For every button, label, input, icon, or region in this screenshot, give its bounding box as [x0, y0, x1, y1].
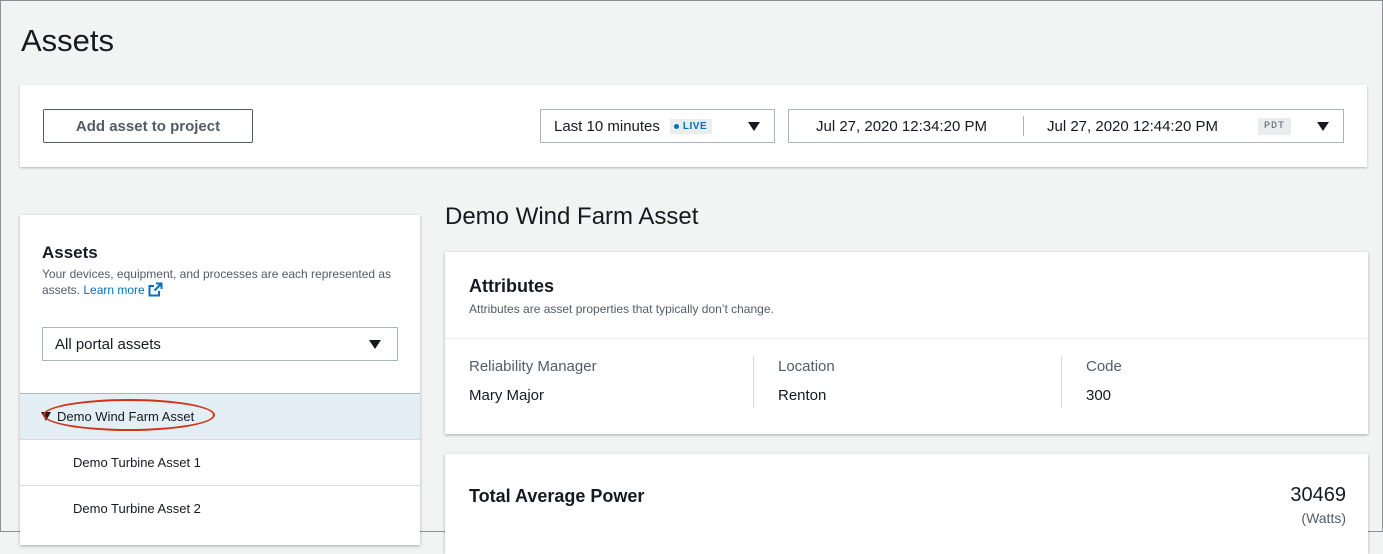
timezone-badge: PDT — [1258, 118, 1292, 135]
time-range-select[interactable]: Last 10 minutes LIVE — [540, 109, 775, 143]
datetime-start: Jul 27, 2020 12:34:20 PM — [816, 118, 987, 135]
caret-down-icon — [748, 122, 760, 131]
attribute-value: Renton — [778, 387, 827, 404]
toolbar: Add asset to project Last 10 minutes LIV… — [20, 85, 1367, 167]
page-title: Assets — [21, 23, 115, 58]
datetime-range-picker[interactable]: Jul 27, 2020 12:34:20 PM Jul 27, 2020 12… — [788, 109, 1344, 143]
time-range-label: Last 10 minutes — [554, 117, 660, 135]
attribute-reliability-manager: Reliability Manager Mary Major — [469, 358, 749, 404]
attributes-description: Attributes are asset properties that typ… — [469, 302, 774, 316]
attribute-label: Code — [1086, 358, 1122, 375]
tree-child-label: Demo Turbine Asset 1 — [73, 455, 201, 470]
attributes-card: Attributes Attributes are asset properti… — [445, 252, 1368, 434]
tree-item-demo-wind-farm-asset[interactable]: Demo Wind Farm Asset — [20, 393, 420, 439]
attribute-label: Reliability Manager — [469, 358, 597, 375]
add-asset-button[interactable]: Add asset to project — [43, 109, 253, 143]
live-badge-text: LIVE — [682, 120, 708, 132]
highlight-annotation-ring — [43, 399, 215, 431]
asset-tree: Demo Wind Farm Asset Demo Turbine Asset … — [20, 393, 420, 531]
attribute-code: Code 300 — [1061, 356, 1366, 408]
attributes-header: Attributes Attributes are asset properti… — [445, 252, 1368, 339]
metric-card-total-average-power: Total Average Power 30469 (Watts) — [445, 454, 1368, 554]
datetime-end: Jul 27, 2020 12:44:20 PM — [1047, 118, 1218, 135]
external-link-icon — [148, 282, 163, 297]
metric-title: Total Average Power — [469, 486, 645, 506]
attribute-label: Location — [778, 358, 835, 375]
tree-item-demo-turbine-asset-2[interactable]: Demo Turbine Asset 2 — [20, 485, 420, 531]
datetime-divider — [1023, 116, 1024, 136]
learn-more-text: Learn more — [83, 283, 145, 297]
attribute-location: Location Renton — [753, 356, 1058, 408]
tree-root-label-wrapper: Demo Wind Farm Asset — [43, 399, 215, 431]
metric-unit: (Watts) — [1301, 510, 1346, 526]
live-dot-icon — [673, 123, 679, 129]
metric-value: 30469 — [1290, 484, 1346, 506]
attribute-value: Mary Major — [469, 387, 545, 404]
asset-detail-heading: Demo Wind Farm Asset — [445, 203, 699, 230]
attributes-title: Attributes — [469, 276, 554, 296]
live-badge: LIVE — [669, 118, 713, 134]
assets-panel: Assets Your devices, equipment, and proc… — [20, 215, 420, 545]
asset-filter-value: All portal assets — [55, 336, 161, 353]
caret-down-icon — [1317, 122, 1329, 131]
tree-item-demo-turbine-asset-1[interactable]: Demo Turbine Asset 1 — [20, 439, 420, 485]
assets-panel-title: Assets — [42, 243, 98, 262]
asset-filter-select[interactable]: All portal assets — [42, 327, 398, 361]
assets-panel-description: Your devices, equipment, and processes a… — [42, 267, 392, 298]
learn-more-link[interactable]: Learn more — [83, 282, 163, 297]
tree-child-label: Demo Turbine Asset 2 — [73, 501, 201, 516]
attribute-value: 300 — [1086, 387, 1112, 404]
caret-down-icon — [369, 340, 381, 349]
